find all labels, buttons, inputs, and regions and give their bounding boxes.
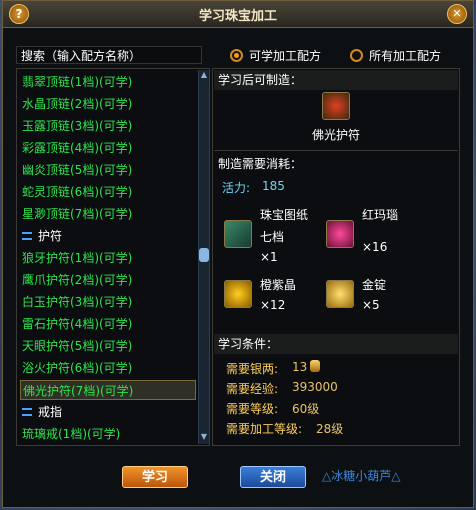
material-qty: ×12 — [260, 298, 286, 312]
search-input[interactable]: 搜索（输入配方名称） — [16, 46, 202, 64]
amulet-icon[interactable] — [322, 92, 350, 120]
title-bar[interactable]: ? 学习珠宝加工 ✕ — [3, 1, 473, 28]
radio-selected-icon[interactable] — [230, 48, 243, 62]
list-item[interactable]: 玉露顶链(3档)(可学) — [22, 116, 132, 136]
list-item[interactable]: 水晶顶链(2档)(可学) — [22, 94, 132, 114]
red-agate-icon[interactable] — [326, 220, 354, 248]
window-title: 学习珠宝加工 — [198, 9, 277, 24]
list-item[interactable]: 天眼护符(5档)(可学) — [22, 336, 132, 356]
divider — [214, 150, 458, 151]
material-name-line2: 七档 — [260, 230, 285, 244]
req-level-label: 需要等级: — [226, 402, 279, 416]
list-item[interactable]: 雷石护符(4档)(可学) — [22, 314, 132, 334]
list-item[interactable]: 狼牙护符(1档)(可学) — [22, 248, 132, 268]
cost-header: 制造需要消耗： — [218, 157, 303, 171]
req-exp-label: 需要经验: — [226, 382, 279, 396]
list-item[interactable]: 琉璃戒(1档)(可学) — [22, 424, 120, 444]
radio-unselected-icon[interactable] — [350, 48, 363, 62]
material-name: 金锭 — [362, 278, 387, 292]
list-item[interactable]: 浴火护符(6档)(可学) — [22, 358, 132, 378]
category-label: 护符 — [38, 229, 63, 243]
gold-ingot-icon[interactable] — [326, 280, 354, 308]
scroll-up-icon[interactable]: ▲ — [199, 70, 209, 82]
filter-learnable-label: 可学加工配方 — [249, 48, 322, 63]
list-item[interactable]: 鹰爪护符(2档)(可学) — [22, 270, 132, 290]
close-button[interactable]: 关闭 — [240, 466, 306, 488]
material-qty: ×1 — [260, 250, 278, 264]
scroll-thumb[interactable] — [199, 248, 209, 262]
material-name: 橙紫晶 — [260, 278, 297, 292]
material-qty: ×16 — [362, 240, 388, 254]
req-craft-level-label: 需要加工等级: — [226, 422, 303, 436]
scroll-icon[interactable] — [224, 220, 252, 248]
material-qty: ×5 — [362, 298, 380, 312]
material-name: 珠宝图纸 — [260, 208, 309, 222]
scroll-down-icon[interactable]: ▼ — [199, 432, 209, 444]
requirements-header: 学习条件： — [218, 337, 279, 351]
close-x-icon[interactable]: ✕ — [447, 4, 467, 24]
list-item[interactable]: 星渺顶链(7档)(可学) — [22, 204, 132, 224]
req-exp-value: 393000 — [292, 380, 338, 394]
vitality-label: 活力: — [222, 181, 251, 195]
list-item[interactable]: 翡翠顶链(1档)(可学) — [22, 72, 132, 92]
product-name: 佛光护符 — [312, 128, 361, 142]
list-item[interactable]: 白玉护符(3档)(可学) — [22, 292, 132, 312]
vitality-value: 185 — [262, 179, 285, 193]
filter-all[interactable]: 所有加工配方 — [350, 45, 441, 65]
silver-coin-icon — [310, 360, 320, 372]
filter-all-label: 所有加工配方 — [369, 48, 442, 63]
can-make-header: 学习后可制造： — [218, 73, 303, 87]
collapse-icon[interactable] — [22, 408, 32, 416]
category-amulet[interactable]: 护符 — [22, 226, 62, 246]
req-silver-value: 13 — [292, 360, 308, 374]
learn-button[interactable]: 学习 — [122, 466, 188, 488]
list-scrollbar[interactable]: ▲ ▼ — [198, 70, 209, 444]
list-item[interactable]: 彩露顶链(4档)(可学) — [22, 138, 132, 158]
footer-text: △冰糖小葫芦△ — [322, 469, 401, 483]
req-craft-level-value: 28级 — [316, 422, 344, 436]
list-item[interactable]: 幽炎顶链(5档)(可学) — [22, 160, 132, 180]
req-level-value: 60级 — [292, 402, 320, 416]
material-name: 红玛瑙 — [362, 208, 399, 222]
category-ring[interactable]: 戒指 — [22, 402, 62, 422]
list-item-selected[interactable]: 佛光护符(7档)(可学) — [20, 380, 196, 400]
filter-learnable[interactable]: 可学加工配方 — [230, 45, 321, 65]
category-label: 戒指 — [38, 405, 63, 419]
orange-crystal-icon[interactable] — [224, 280, 252, 308]
req-silver-label: 需要银两: — [226, 362, 279, 376]
collapse-icon[interactable] — [22, 232, 32, 240]
list-item[interactable]: 蛇灵顶链(6档)(可学) — [22, 182, 132, 202]
